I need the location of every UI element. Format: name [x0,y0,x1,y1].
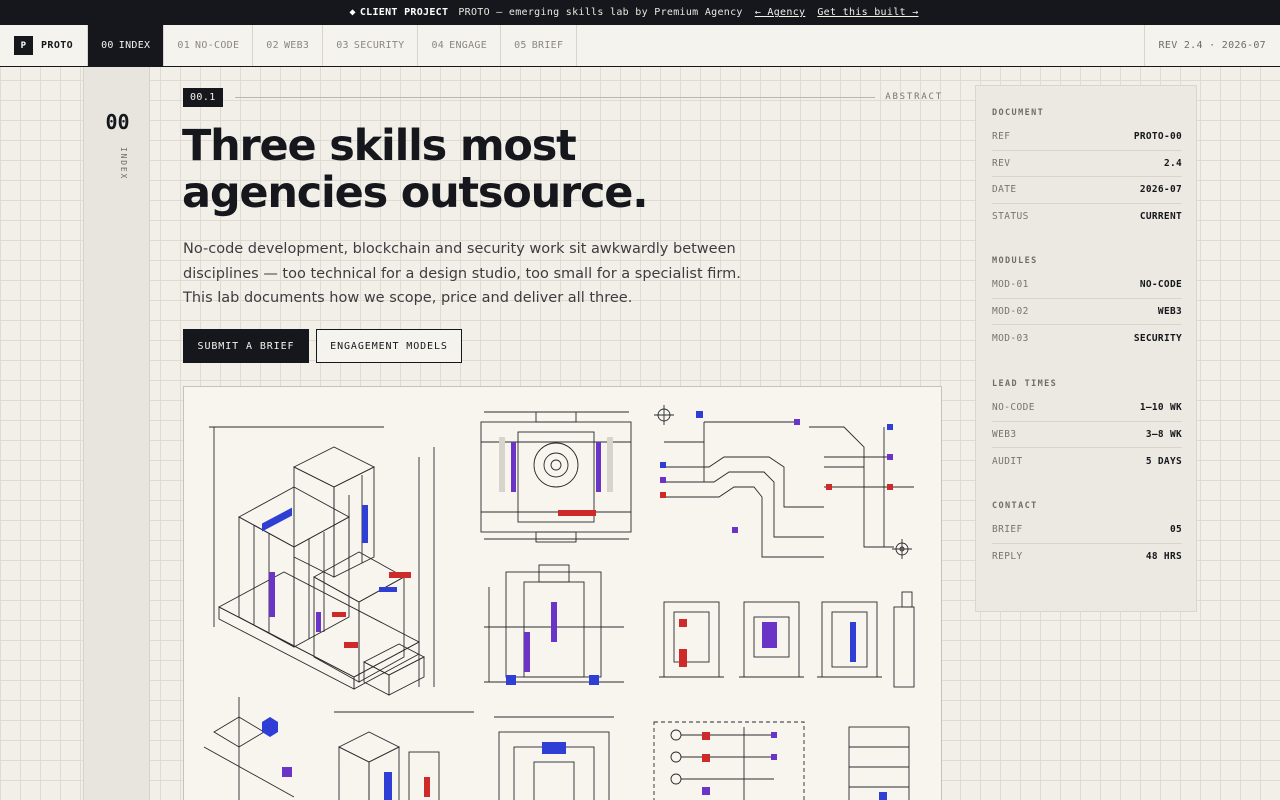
tab-number: 00 [101,40,114,51]
rail-section-number: 00 [105,110,130,134]
meta-value: 1–10 WK [1139,402,1182,414]
client-project-badge: ◆ CLIENT PROJECT [350,7,449,18]
meta-value: 2026-07 [1139,184,1182,196]
meta-key: STATUS [992,211,1029,223]
meta-value: 5 DAYS [1145,455,1182,467]
section-number: 00.1 [183,87,223,107]
meta-key: NO-CODE [992,402,1035,414]
tab-label: WEB3 [283,40,310,51]
meta-value: 05 [1169,524,1182,536]
tab-label: NO-CODE [195,40,240,51]
brand-logo: P [14,36,33,55]
brand[interactable]: P PROTO [0,25,89,66]
tab-security[interactable]: 03 SECURITY [323,25,419,66]
page-title: Three skills most agencies outsource. [182,123,802,217]
tab-label: INDEX [118,40,151,51]
lead-times-group: LEAD TIMES NO-CODE 1–10 WK WEB3 3–8 WK AUD… [992,379,1182,475]
engagement-models-button[interactable]: ENGAGEMENT MODELS [316,329,462,363]
meta-row-ref: REF PROTO-00 [992,124,1182,151]
badge-label: CLIENT PROJECT [359,7,449,18]
tab-label: BRIEF [531,40,564,51]
lead-time-row: NO-CODE 1–10 WK [992,395,1182,422]
meta-row-rev: REV 2.4 [992,151,1182,177]
tab-number: 02 [266,40,279,51]
contact-group: CONTACT BRIEF 05 REPLY 48 HRS [992,501,1182,570]
diamond-icon: ◆ [349,7,356,18]
get-this-built-link[interactable]: Get this built → [817,7,918,18]
meta-value: SECURITY [1133,332,1182,344]
tab-number: 01 [177,40,191,51]
section-header: 00.1 ABSTRACT [183,87,943,107]
tab-web3[interactable]: 02 WEB3 [253,25,324,66]
meta-key: REF [992,131,1011,143]
tab-engage[interactable]: 04 ENGAGE [418,25,502,66]
group-title: DOCUMENT [992,108,1045,118]
meta-value: WEB3 [1157,305,1182,317]
meta-key: AUDIT [992,455,1023,467]
meta-key: REPLY [992,551,1023,563]
group-title: LEAD TIMES [992,379,1058,389]
module-row: MOD-03 SECURITY [992,325,1182,352]
tab-brief[interactable]: 05 BRIEF [501,25,578,66]
brand-name: PROTO [41,40,74,51]
blueprint-drawing [203,405,915,800]
announcement-bar: ◆ CLIENT PROJECT PROTO — emerging skills … [0,0,1280,25]
tab-number: 03 [336,40,349,51]
document-meta-panel: DOCUMENT REF PROTO-00 REV 2.4 DATE 2026-07 … [975,85,1197,612]
meta-key: MOD-01 [992,279,1029,291]
revision-label: REV 2.4 · 2026-07 [1143,25,1280,66]
tab-label: ENGAGE [449,40,488,51]
module-row: MOD-01 NO-CODE [992,272,1182,299]
group-title: MODULES [992,256,1038,266]
meta-value: 3–8 WK [1145,428,1182,440]
section-divider [234,96,876,98]
meta-row-status: STATUS CURRENT [992,204,1182,231]
document-group: DOCUMENT REF PROTO-00 REV 2.4 DATE 2026-07 … [992,108,1182,230]
meta-value: 2.4 [1163,157,1182,169]
tab-no-code[interactable]: 01 NO-CODE [164,25,254,66]
section-label: ABSTRACT [885,92,943,102]
modules-group: MODULES MOD-01 NO-CODE MOD-02 WEB3 MOD-03 S… [992,256,1182,352]
blueprint-illustration [183,386,942,800]
meta-row-date: DATE 2026-07 [992,177,1182,204]
tab-number: 05 [514,40,527,51]
tab-number: 04 [431,40,445,51]
rail-section-label: INDEX [119,147,128,181]
meta-value: 48 HRS [1145,551,1182,563]
lead-time-row: WEB3 3–8 WK [992,422,1182,448]
main-content: 00.1 ABSTRACT Three skills most agencies… [150,67,975,800]
meta-key: REV [992,157,1011,169]
title-line-1: Three skills most [182,121,577,171]
top-nav: P PROTO 00 INDEX 01 NO-CODE 02 WEB3 03 SECUR… [0,25,1280,67]
meta-key: MOD-02 [992,305,1029,317]
meta-key: DATE [992,184,1017,196]
meta-key: MOD-03 [992,332,1029,344]
meta-value: NO-CODE [1139,279,1182,291]
meta-value: PROTO-00 [1133,131,1182,143]
section-rail: 00 INDEX [83,67,150,800]
contact-row: BRIEF 05 [992,517,1182,544]
group-title: CONTACT [992,501,1038,511]
meta-key: BRIEF [992,524,1023,536]
intro-paragraph: No-code development, blockchain and secu… [183,241,741,306]
module-row: MOD-02 WEB3 [992,299,1182,325]
submit-brief-button[interactable]: SUBMIT A BRIEF [183,329,309,363]
meta-value: CURRENT [1139,211,1182,223]
tab-index[interactable]: 00 INDEX [88,25,165,66]
agency-back-link[interactable]: ← Agency [755,7,806,18]
meta-key: WEB3 [992,428,1017,440]
announcement-text: PROTO — emerging skills lab by Premium A… [458,7,743,18]
tab-label: SECURITY [353,40,405,51]
contact-row: REPLY 48 HRS [992,544,1182,571]
title-line-2: agencies outsource. [182,168,649,218]
lead-time-row: AUDIT 5 DAYS [992,448,1182,475]
